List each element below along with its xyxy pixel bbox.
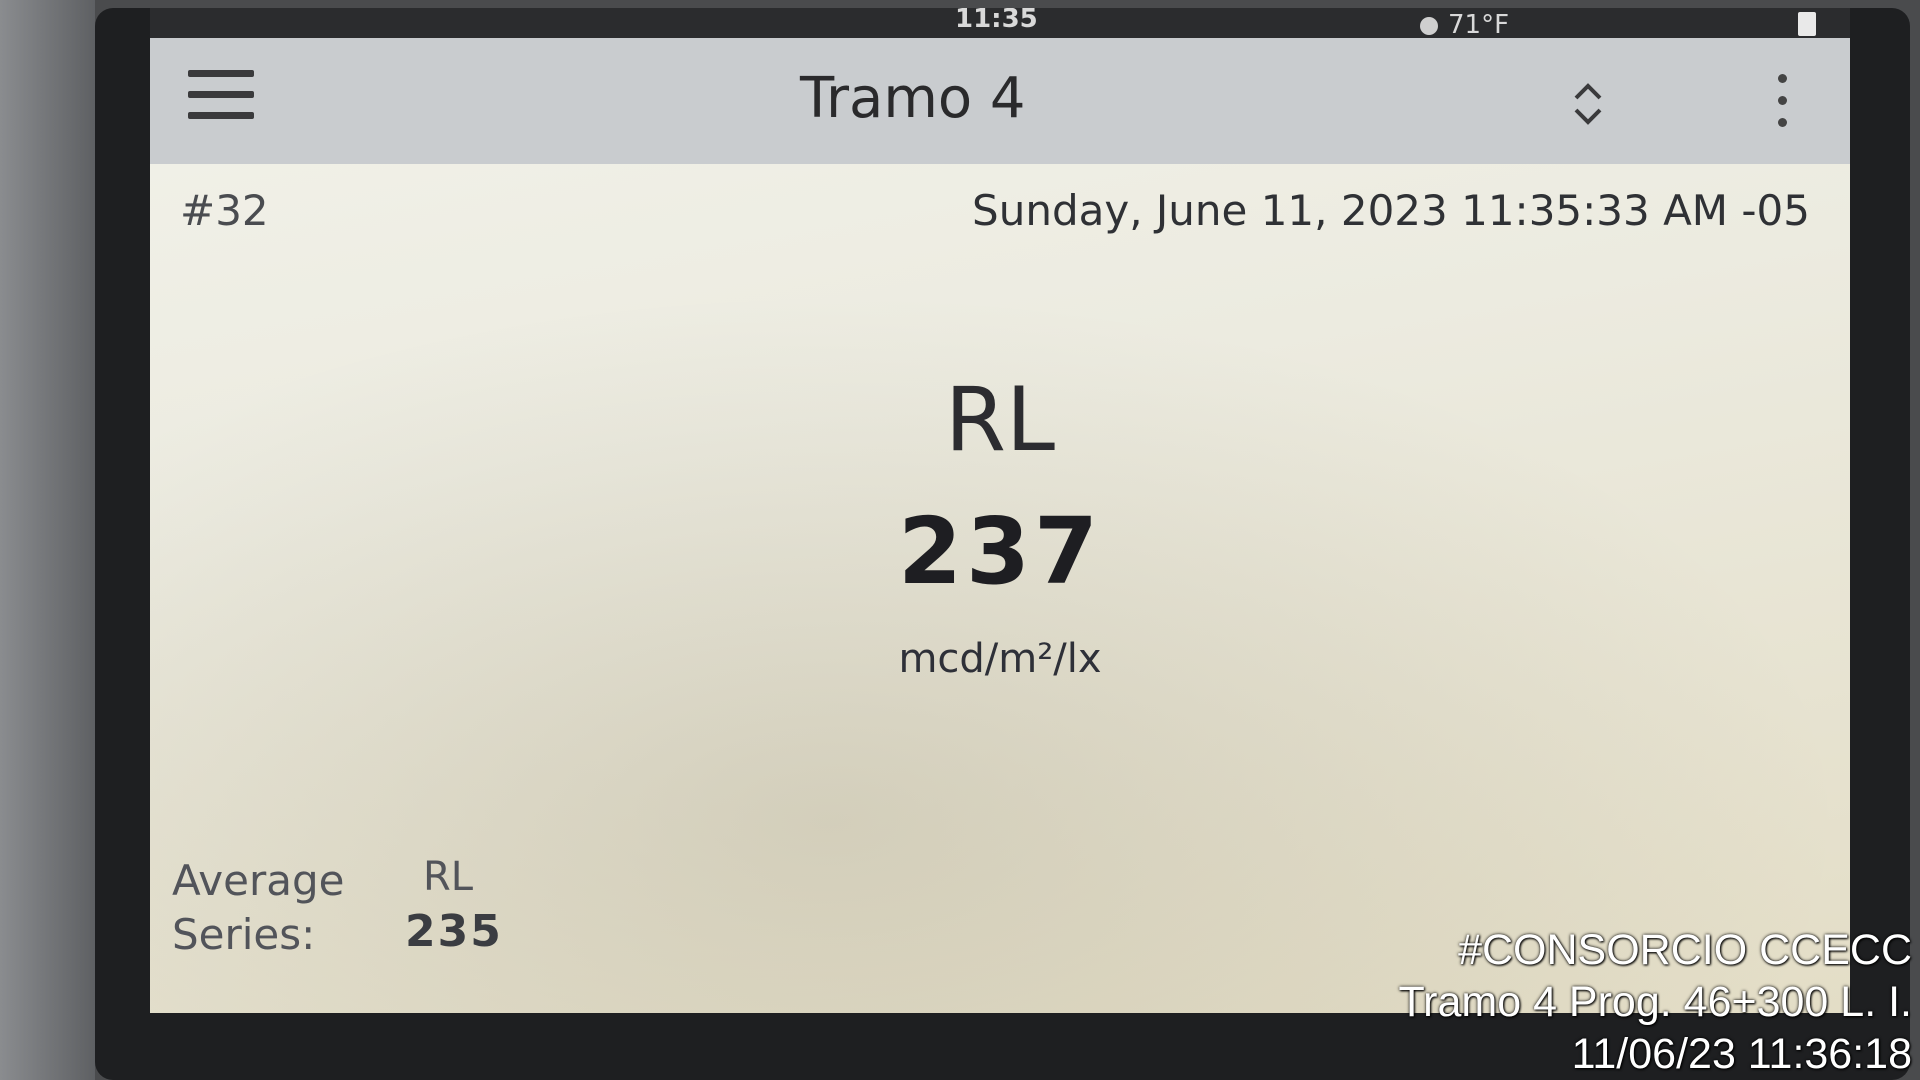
photo-watermark: #CONSORCIO CCECC Tramo 4 Prog. 46+300 L.… bbox=[1398, 924, 1912, 1080]
app-title: Tramo 4 bbox=[800, 66, 1026, 131]
average-label-line2: Series: bbox=[172, 910, 316, 959]
measurement-label: RL bbox=[944, 368, 1056, 471]
more-vertical-icon[interactable] bbox=[1770, 74, 1794, 144]
record-timestamp: Sunday, June 11, 2023 11:35:33 AM -05 bbox=[972, 186, 1810, 235]
measurement-unit: mcd/m²/lx bbox=[898, 636, 1102, 682]
average-value: 235 bbox=[405, 906, 503, 957]
watermark-line1: #CONSORCIO CCECC bbox=[1458, 926, 1912, 974]
device-edge bbox=[0, 0, 95, 1080]
app-bar: Tramo 4 bbox=[150, 38, 1850, 164]
average-label-line1: Average bbox=[172, 856, 345, 905]
average-metric: RL bbox=[423, 854, 474, 900]
device-screen: 11:35 71°F Tramo 4 #32 Sunday, June 11, … bbox=[150, 8, 1850, 1013]
battery-icon bbox=[1798, 12, 1816, 36]
watermark-line3: 11/06/23 11:36:18 bbox=[1571, 1030, 1912, 1078]
status-temperature: 71°F bbox=[1420, 10, 1509, 40]
measurement-value: 237 bbox=[897, 498, 1103, 605]
watermark-line2: Tramo 4 Prog. 46+300 L. I. bbox=[1398, 978, 1912, 1026]
sort-up-down-icon[interactable] bbox=[1568, 78, 1608, 130]
status-bar: 11:35 71°F bbox=[150, 8, 1850, 40]
status-temperature-value: 71°F bbox=[1448, 10, 1510, 40]
thermometer-icon bbox=[1420, 16, 1438, 35]
hamburger-menu-icon[interactable] bbox=[188, 70, 254, 132]
record-number: #32 bbox=[180, 186, 269, 235]
status-time: 11:35 bbox=[955, 8, 1038, 34]
